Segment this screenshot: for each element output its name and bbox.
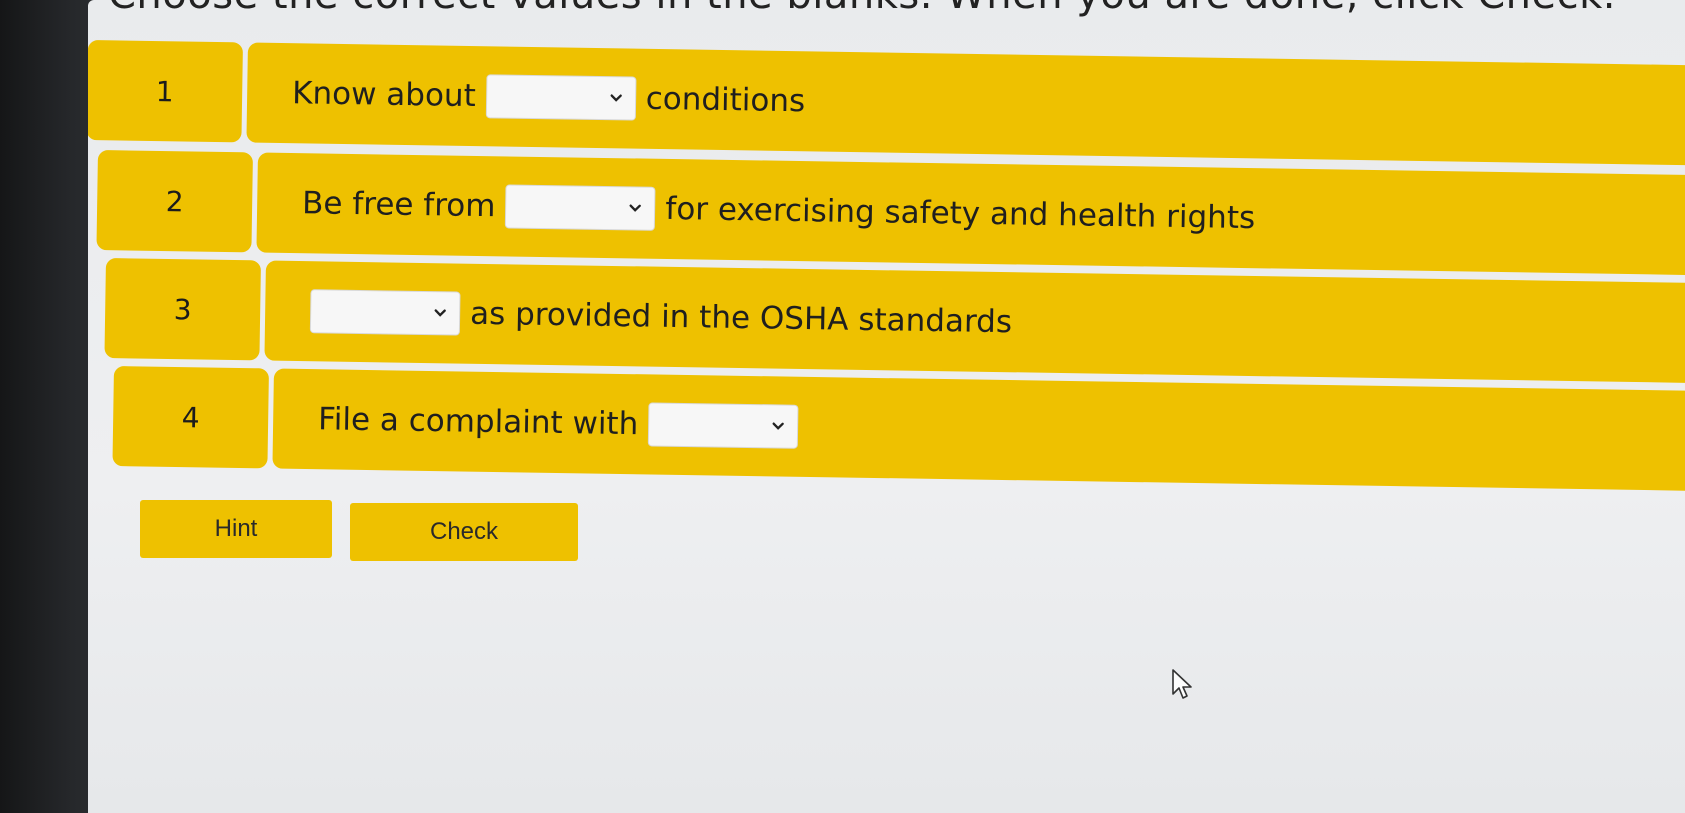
question-row-1: 1 Know about conditions bbox=[88, 40, 1685, 167]
row-text: Know about conditions bbox=[246, 42, 1685, 167]
question-row-4: 4 File a complaint with bbox=[112, 366, 1685, 493]
text-after: as provided in the OSHA standards bbox=[469, 295, 1013, 341]
row-text: File a complaint with bbox=[272, 368, 1685, 493]
hint-button[interactable]: Hint bbox=[140, 500, 332, 558]
row-text: Be free from for exercising safety and h… bbox=[256, 152, 1685, 277]
check-button[interactable]: Check bbox=[350, 503, 578, 561]
blank-select-1[interactable] bbox=[485, 74, 637, 121]
quiz-screen: Choose the correct values in the blanks.… bbox=[88, 0, 1685, 813]
text-before: Know about bbox=[291, 75, 477, 115]
row-number: 2 bbox=[96, 150, 253, 253]
chevron-down-icon bbox=[772, 422, 784, 430]
text-after: conditions bbox=[645, 80, 806, 120]
blank-select-2[interactable] bbox=[505, 184, 656, 231]
text-after: for exercising safety and health rights bbox=[665, 190, 1256, 237]
row-number: 4 bbox=[112, 366, 269, 469]
blank-select-4[interactable] bbox=[647, 402, 799, 449]
row-number: 1 bbox=[88, 40, 243, 143]
blank-select-3[interactable] bbox=[309, 289, 461, 336]
chevron-down-icon bbox=[629, 204, 642, 212]
mouse-pointer-icon bbox=[1172, 669, 1192, 699]
text-before: File a complaint with bbox=[317, 401, 639, 443]
text-before: Be free from bbox=[301, 185, 496, 225]
chevron-down-icon bbox=[610, 94, 622, 102]
row-text: as provided in the OSHA standards bbox=[264, 260, 1685, 385]
question-row-2: 2 Be free from for exercising safety and… bbox=[96, 150, 1685, 277]
question-row-3: 3 as provided in the OSHA standards bbox=[104, 258, 1685, 385]
chevron-down-icon bbox=[434, 309, 446, 317]
instruction-text: Choose the correct values in the blanks.… bbox=[108, 0, 1616, 18]
row-number: 3 bbox=[104, 258, 261, 361]
